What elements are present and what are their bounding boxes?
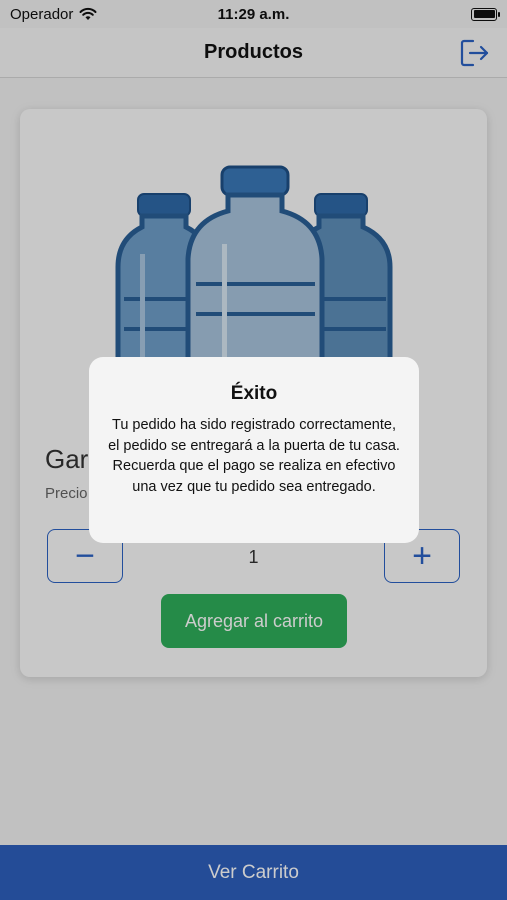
alert-message: Tu pedido ha sido registrado correctamen… (108, 417, 400, 495)
alert-title: Éxito (230, 383, 278, 404)
success-alert: Éxito Tu pedido ha sido registrado corre… (89, 357, 419, 543)
